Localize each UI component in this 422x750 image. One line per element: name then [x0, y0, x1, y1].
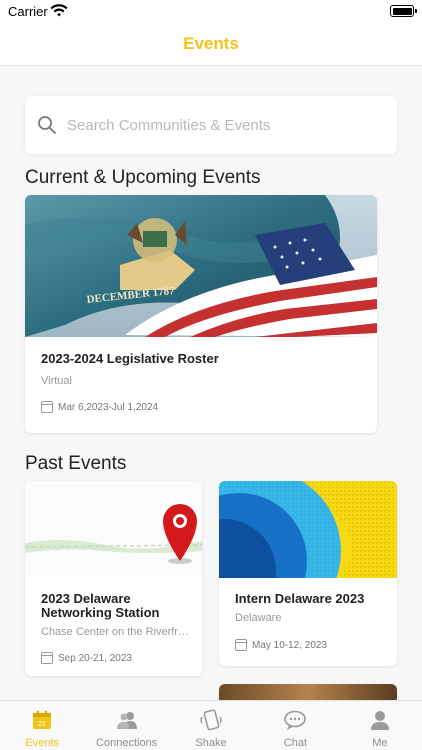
tab-label: Events — [25, 737, 60, 749]
people-icon — [116, 712, 137, 729]
svg-text:21: 21 — [38, 721, 46, 728]
tab-label: Chat — [283, 737, 308, 749]
past-events-heading: Past Events — [25, 453, 127, 474]
abstract-blue-yellow-image — [219, 481, 397, 633]
tab-shake[interactable]: Shake — [169, 701, 253, 750]
search-input[interactable] — [67, 96, 387, 154]
search-box[interactable] — [25, 96, 397, 154]
status-bar: Carrier — [0, 0, 422, 22]
search-icon — [38, 116, 56, 134]
event-card-networking-station[interactable]: 2023 Delaware Networking Station Chase C… — [25, 481, 202, 676]
event-date: Sep 20-21, 2023 — [58, 652, 132, 664]
event-card-legislative-roster[interactable]: DECEMBER 1787 2023-2024 Legislative Rost… — [25, 195, 377, 433]
battery-icon — [390, 5, 417, 17]
event-card-intern-delaware[interactable]: Intern Delaware 2023 Delaware May 10-12,… — [219, 481, 397, 666]
person-icon — [370, 711, 389, 730]
chat-bubble-icon — [284, 710, 307, 730]
calendar-icon — [235, 639, 247, 651]
event-title: 2023 Delaware Networking Station — [41, 591, 160, 620]
event-date-row: Sep 20-21, 2023 — [41, 651, 132, 665]
wifi-icon — [50, 4, 68, 17]
tab-chat[interactable]: Chat — [253, 701, 337, 750]
navigation-bar: Events — [0, 22, 422, 66]
carrier-label: Carrier — [8, 4, 48, 19]
tab-label: Me — [372, 737, 388, 749]
phone-shake-icon — [200, 709, 222, 731]
event-date-row: May 10-12, 2023 — [235, 638, 327, 652]
event-location: Virtual — [41, 375, 72, 387]
calendar-icon: 21 — [33, 710, 52, 729]
event-location: Delaware — [235, 612, 282, 624]
delaware-flag-image: DECEMBER 1787 — [25, 195, 377, 337]
calendar-icon — [41, 652, 53, 664]
event-location: Chase Center on the Riverfr… — [41, 626, 189, 638]
tab-bar: 21 Events Connections Shake Chat Me — [0, 700, 422, 750]
tab-events[interactable]: 21 Events — [0, 701, 84, 750]
tab-connections[interactable]: Connections — [84, 701, 168, 750]
calendar-icon — [41, 401, 53, 413]
event-date: Mar 6,2023-Jul 1,2024 — [58, 401, 159, 413]
upcoming-events-heading: Current & Upcoming Events — [25, 167, 261, 188]
tab-label: Connections — [96, 737, 158, 749]
page-title: Events — [183, 34, 239, 53]
event-title: Intern Delaware 2023 — [235, 591, 365, 606]
event-title: 2023-2024 Legislative Roster — [41, 351, 219, 366]
map-pin-image — [25, 481, 202, 576]
event-date: May 10-12, 2023 — [252, 639, 328, 651]
tab-label: Shake — [195, 737, 227, 749]
event-date-row: Mar 6,2023-Jul 1,2024 — [41, 400, 158, 414]
tab-me[interactable]: Me — [338, 701, 422, 750]
